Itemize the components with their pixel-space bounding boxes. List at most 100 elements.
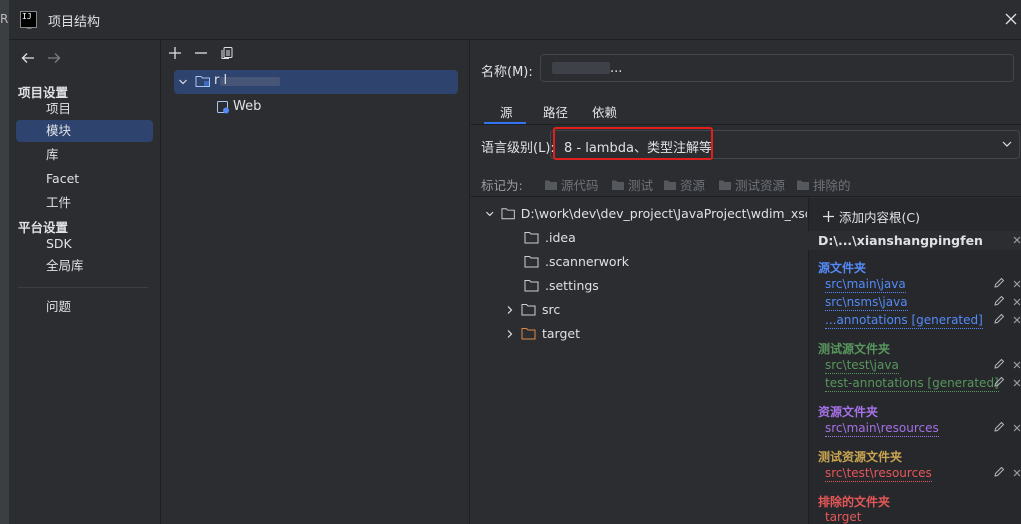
- remove-icon[interactable]: [1012, 423, 1021, 433]
- add-content-root-button[interactable]: 添加内容根(C): [822, 207, 920, 226]
- mark-as-tests-button[interactable]: 测试: [611, 175, 653, 194]
- background-window-letter: R: [0, 12, 9, 26]
- tree-item-label: .idea: [545, 230, 576, 245]
- edit-pencil-icon[interactable]: [993, 295, 1005, 307]
- minus-icon: [195, 52, 207, 54]
- mark-as-test-resources-button[interactable]: 测试资源: [718, 175, 785, 194]
- folder-icon: [797, 180, 809, 190]
- edit-pencil-icon[interactable]: [993, 376, 1005, 388]
- nav-item-facets[interactable]: Facet: [16, 168, 153, 190]
- copy-module-button[interactable]: [219, 45, 235, 61]
- add-content-root-label: 添加内容根(C): [839, 210, 920, 225]
- add-module-button[interactable]: [167, 45, 183, 61]
- nav-item-problems[interactable]: 问题: [16, 296, 153, 318]
- edit-pencil-icon[interactable]: [993, 277, 1005, 289]
- window-title: 项目结构: [48, 15, 101, 30]
- test-resource-folder-item[interactable]: src\test\resources: [825, 466, 932, 482]
- test-source-folder-item[interactable]: src\test\java: [825, 358, 899, 374]
- resource-folder-item[interactable]: src\main\resources: [825, 421, 939, 437]
- copy-icon: [221, 47, 233, 59]
- mark-as-excluded-button[interactable]: 排除的: [796, 175, 851, 194]
- active-tab-indicator: [484, 122, 526, 124]
- folder-icon: [524, 256, 539, 268]
- content-tree-divider: [471, 196, 1021, 197]
- source-folder-item[interactable]: ...annotations [generated]: [825, 313, 983, 329]
- excluded-folder-item[interactable]: target: [825, 510, 862, 524]
- nav-item-artifacts[interactable]: 工件: [16, 192, 153, 214]
- tree-item-settings[interactable]: .settings: [524, 278, 599, 293]
- nav-item-libraries[interactable]: 库: [16, 144, 153, 166]
- tree-item-idea[interactable]: .idea: [524, 230, 576, 245]
- section-test-source-folders: 测试源文件夹: [818, 342, 891, 356]
- tab-sources[interactable]: 源: [500, 102, 513, 121]
- edit-pencil-icon[interactable]: [993, 313, 1005, 325]
- test-source-folder-item[interactable]: test-annotations [generated]: [825, 376, 999, 392]
- module-name-redacted: [220, 77, 280, 86]
- nav-item-modules[interactable]: 模块: [16, 120, 153, 142]
- arrow-left-icon: [21, 53, 34, 63]
- remove-module-button[interactable]: [193, 45, 209, 61]
- facet-web[interactable]: Web: [233, 99, 261, 114]
- tab-paths[interactable]: 路径: [543, 102, 568, 121]
- name-label: 名称(M):: [481, 65, 533, 80]
- remove-icon[interactable]: [1012, 468, 1021, 478]
- annotation-highlight-box: [553, 127, 713, 160]
- remove-icon[interactable]: [1012, 315, 1021, 325]
- nav-item-global-libraries[interactable]: 全局库: [16, 255, 153, 277]
- tree-item-src[interactable]: src: [505, 302, 560, 317]
- chevron-right-icon: [507, 305, 513, 314]
- module-name-redacted: [552, 62, 610, 74]
- forward-button[interactable]: [46, 50, 62, 66]
- chevron-right-icon: [507, 329, 513, 338]
- tree-item-label: .settings: [545, 278, 599, 293]
- folder-icon: [524, 232, 539, 244]
- module-name: r l: [214, 73, 228, 88]
- module-tree-panel: [162, 40, 470, 524]
- nav-item-sdk[interactable]: SDK: [16, 233, 153, 255]
- language-level-label: 语言级别(L):: [481, 141, 555, 156]
- plus-icon: [169, 47, 181, 59]
- name-value-suffix: ...: [610, 61, 623, 76]
- folder-icon: [524, 280, 539, 292]
- edit-pencil-icon[interactable]: [993, 421, 1005, 433]
- folder-icon: [545, 180, 557, 190]
- folder-icon: [664, 180, 676, 190]
- content-root-path: D:\work\dev\dev_project\JavaProject\wdim…: [520, 206, 807, 221]
- plus-icon: [823, 211, 834, 222]
- tree-item-target[interactable]: target: [505, 326, 580, 341]
- tree-item-label: target: [542, 326, 581, 341]
- edit-pencil-icon[interactable]: [993, 466, 1005, 478]
- tree-item-label: src: [542, 302, 561, 317]
- section-resource-folders: 资源文件夹: [818, 405, 879, 419]
- nav-item-project[interactable]: 项目: [16, 98, 153, 120]
- content-root-title: D:\...\xianshangpingfen: [818, 233, 983, 248]
- folder-icon: [521, 304, 536, 316]
- source-folder-item[interactable]: src\nsms\java: [825, 295, 908, 311]
- close-window-button[interactable]: [1002, 10, 1020, 28]
- remove-icon[interactable]: [1012, 378, 1021, 388]
- intellij-logo-icon: IJ _: [20, 11, 37, 29]
- mark-as-label: 标记为:: [481, 178, 523, 193]
- mark-as-resources-button[interactable]: 资源: [663, 175, 705, 194]
- source-folder-item[interactable]: src\main\java: [825, 277, 906, 293]
- mark-button-label: 排除的: [813, 178, 851, 193]
- tree-item-label: .scannerwork: [545, 254, 629, 269]
- chevron-down-icon[interactable]: [178, 77, 188, 87]
- title-bar: [0, 0, 1021, 40]
- tab-dependencies[interactable]: 依赖: [592, 102, 617, 121]
- mark-button-label: 测试资源: [735, 178, 786, 193]
- tree-item-scannerwork[interactable]: .scannerwork: [524, 254, 629, 269]
- remove-icon[interactable]: [1012, 360, 1021, 370]
- section-test-resource-folders: 测试资源文件夹: [818, 450, 903, 464]
- content-root-node[interactable]: D:\work\dev\dev_project\JavaProject\wdim…: [485, 206, 807, 221]
- mark-button-label: 源代码: [561, 178, 599, 193]
- back-button[interactable]: [20, 50, 36, 66]
- edit-pencil-icon[interactable]: [993, 358, 1005, 370]
- module-folder-icon: [195, 76, 210, 87]
- remove-icon[interactable]: [1012, 297, 1021, 307]
- background-window-edge: [0, 0, 9, 524]
- remove-icon[interactable]: [1012, 279, 1021, 289]
- section-excluded-folders: 排除的文件夹: [818, 495, 891, 509]
- mark-as-sources-button[interactable]: 源代码: [544, 175, 599, 194]
- remove-root-icon[interactable]: [1012, 235, 1021, 245]
